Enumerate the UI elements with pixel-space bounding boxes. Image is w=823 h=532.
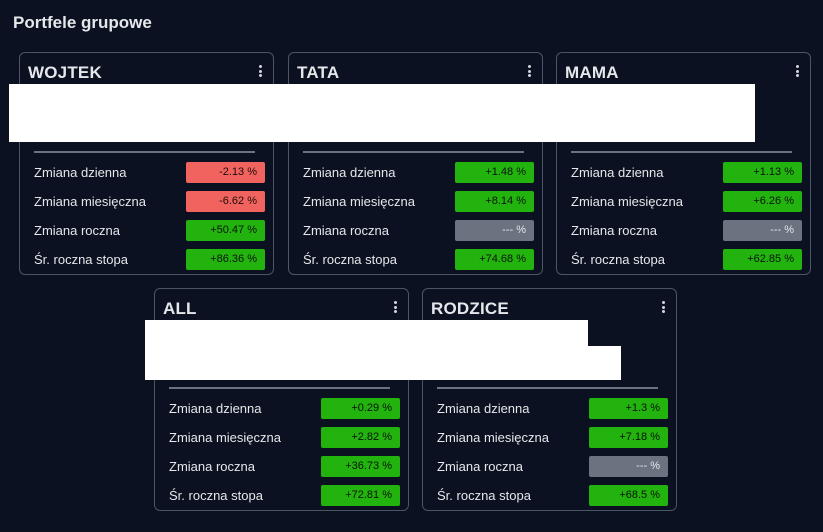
stat-value-badge: --- % (589, 456, 668, 477)
card-divider (303, 151, 524, 153)
stat-value-badge: +1.48 % (455, 162, 534, 183)
stat-label: Zmiana roczna (303, 223, 389, 238)
stat-row-daily: Zmiana dzienna +1.48 % (303, 158, 534, 187)
stat-label: Zmiana roczna (437, 459, 523, 474)
stat-row-monthly: Zmiana miesięczna +8.14 % (303, 187, 534, 216)
stat-row-yearly: Zmiana roczna +50.47 % (34, 216, 265, 245)
stat-row-daily: Zmiana dzienna +0.29 % (169, 394, 400, 423)
stat-row-monthly: Zmiana miesięczna +6.26 % (571, 187, 802, 216)
stat-label: Zmiana roczna (169, 459, 255, 474)
vertical-ellipsis-icon[interactable] (793, 63, 801, 79)
vertical-ellipsis-icon[interactable] (391, 299, 399, 315)
stat-value-badge: +7.18 % (589, 427, 668, 448)
stat-row-daily: Zmiana dzienna +1.3 % (437, 394, 668, 423)
vertical-ellipsis-icon[interactable] (525, 63, 533, 79)
stat-row-avg-rate: Śr. roczna stopa +72.81 % (169, 481, 400, 510)
stat-value-badge: +0.29 % (321, 398, 400, 419)
stat-label: Zmiana miesięczna (169, 430, 281, 445)
stat-label: Zmiana roczna (34, 223, 120, 238)
stat-row-daily: Zmiana dzienna +1.13 % (571, 158, 802, 187)
card-stats: Zmiana dzienna +1.48 % Zmiana miesięczna… (303, 158, 534, 274)
card-stats: Zmiana dzienna -2.13 % Zmiana miesięczna… (34, 158, 265, 274)
stat-label: Zmiana dzienna (303, 165, 396, 180)
stat-label: Zmiana miesięczna (303, 194, 415, 209)
stat-value-badge: --- % (455, 220, 534, 241)
stat-label: Zmiana miesięczna (437, 430, 549, 445)
stat-value-badge: --- % (723, 220, 802, 241)
stat-value-badge: +68.5 % (589, 485, 668, 506)
stat-value-badge: +6.26 % (723, 191, 802, 212)
card-divider (437, 387, 658, 389)
stat-value-badge: +36.73 % (321, 456, 400, 477)
page-title: Portfele grupowe (13, 13, 152, 32)
stat-value-badge: +50.47 % (186, 220, 265, 241)
card-title: RODZICE (431, 299, 509, 318)
stat-label: Zmiana miesięczna (34, 194, 146, 209)
stat-row-yearly: Zmiana roczna --- % (303, 216, 534, 245)
stat-value-badge: +62.85 % (723, 249, 802, 270)
stat-row-daily: Zmiana dzienna -2.13 % (34, 158, 265, 187)
stat-value-badge: +72.81 % (321, 485, 400, 506)
card-divider (169, 387, 390, 389)
stat-row-yearly: Zmiana roczna --- % (571, 216, 802, 245)
stat-value-badge: +1.13 % (723, 162, 802, 183)
stat-label: Śr. roczna stopa (303, 252, 397, 267)
stat-label: Zmiana dzienna (571, 165, 664, 180)
stat-label: Śr. roczna stopa (169, 488, 263, 503)
stat-row-monthly: Zmiana miesięczna +7.18 % (437, 423, 668, 452)
card-divider (34, 151, 255, 153)
stat-label: Śr. roczna stopa (437, 488, 531, 503)
stat-row-monthly: Zmiana miesięczna -6.62 % (34, 187, 265, 216)
card-title: MAMA (565, 63, 619, 82)
stat-row-monthly: Zmiana miesięczna +2.82 % (169, 423, 400, 452)
stat-label: Zmiana dzienna (34, 165, 127, 180)
stat-value-badge: +1.3 % (589, 398, 668, 419)
stat-label: Zmiana roczna (571, 223, 657, 238)
card-stats: Zmiana dzienna +1.13 % Zmiana miesięczna… (571, 158, 802, 274)
card-stats: Zmiana dzienna +0.29 % Zmiana miesięczna… (169, 394, 400, 510)
stat-row-avg-rate: Śr. roczna stopa +86.36 % (34, 245, 265, 274)
card-stats: Zmiana dzienna +1.3 % Zmiana miesięczna … (437, 394, 668, 510)
stat-value-badge: -2.13 % (186, 162, 265, 183)
stat-label: Śr. roczna stopa (571, 252, 665, 267)
stat-value-badge: +74.68 % (455, 249, 534, 270)
stat-value-badge: +86.36 % (186, 249, 265, 270)
stat-label: Zmiana dzienna (169, 401, 262, 416)
card-title: WOJTEK (28, 63, 102, 82)
stat-row-avg-rate: Śr. roczna stopa +62.85 % (571, 245, 802, 274)
stat-value-badge: -6.62 % (186, 191, 265, 212)
redaction-block (9, 84, 755, 142)
stat-row-yearly: Zmiana roczna --- % (437, 452, 668, 481)
stat-row-yearly: Zmiana roczna +36.73 % (169, 452, 400, 481)
redaction-block (588, 346, 621, 380)
vertical-ellipsis-icon[interactable] (659, 299, 667, 315)
stat-value-badge: +8.14 % (455, 191, 534, 212)
card-title: ALL (163, 299, 197, 318)
vertical-ellipsis-icon[interactable] (256, 63, 264, 79)
card-divider (571, 151, 792, 153)
stat-label: Śr. roczna stopa (34, 252, 128, 267)
redaction-block (145, 320, 588, 380)
card-title: TATA (297, 63, 340, 82)
stat-value-badge: +2.82 % (321, 427, 400, 448)
stat-row-avg-rate: Śr. roczna stopa +68.5 % (437, 481, 668, 510)
page: Portfele grupowe WOJTEK Zmiana dzienna -… (0, 0, 823, 532)
stat-label: Zmiana dzienna (437, 401, 530, 416)
stat-label: Zmiana miesięczna (571, 194, 683, 209)
stat-row-avg-rate: Śr. roczna stopa +74.68 % (303, 245, 534, 274)
